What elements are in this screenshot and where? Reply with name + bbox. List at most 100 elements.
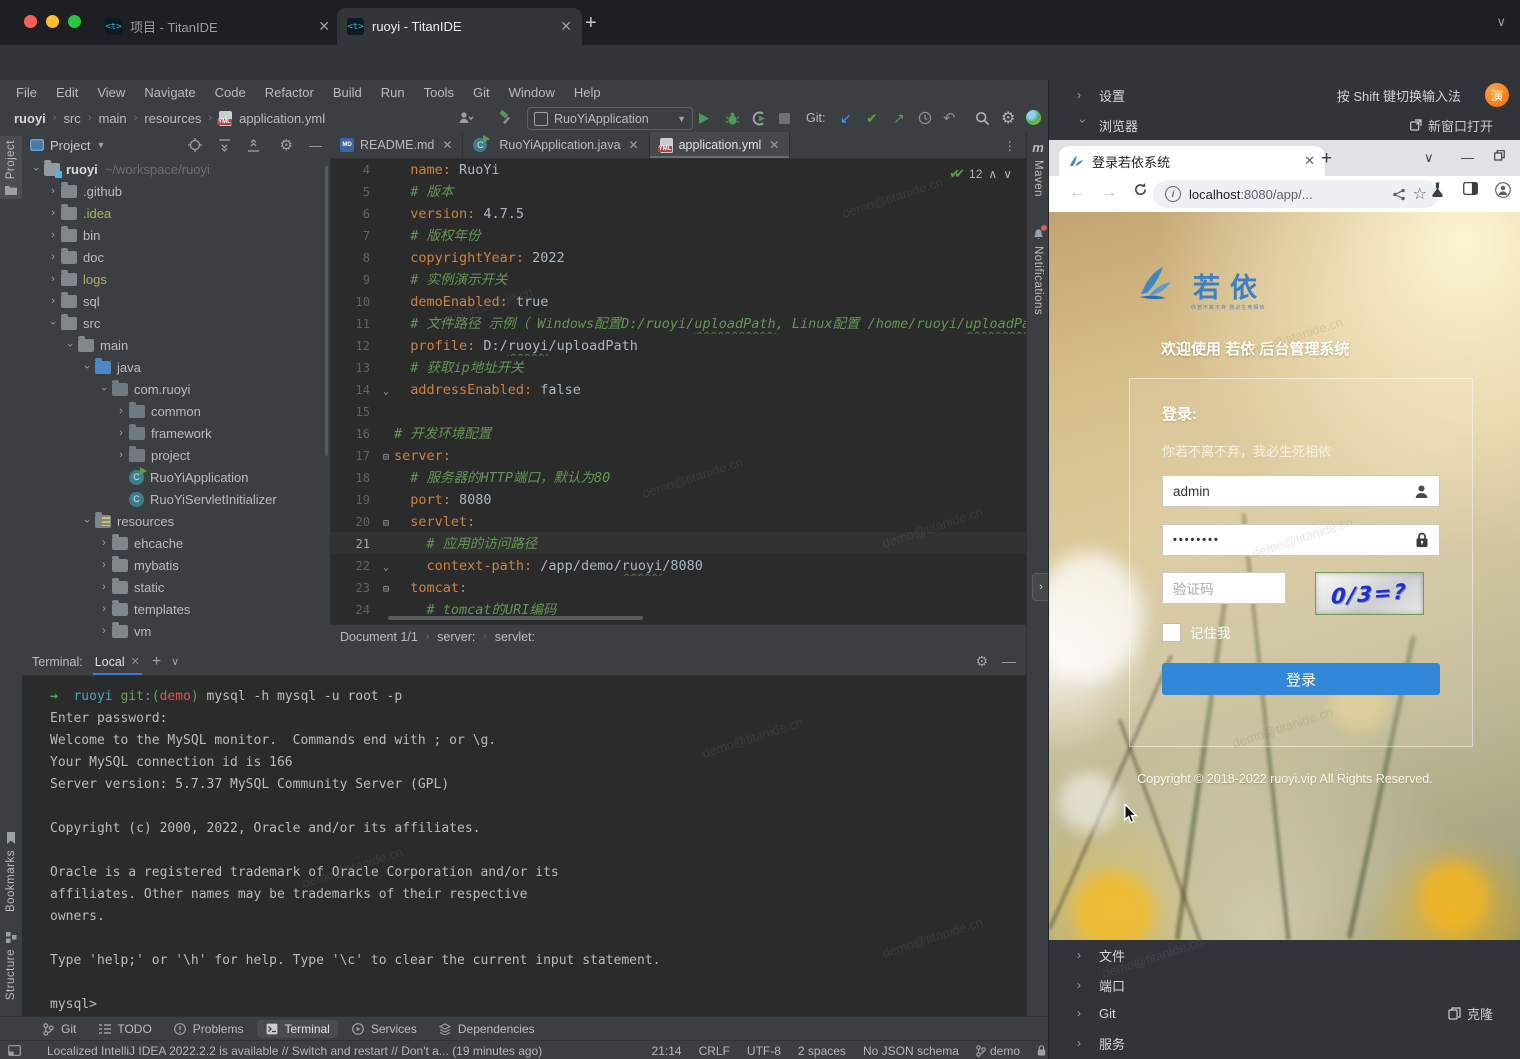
tree-item-github[interactable]: ›.github xyxy=(22,180,330,202)
stop-button[interactable] xyxy=(779,108,790,128)
chevron-collapsed-icon[interactable]: › xyxy=(96,603,112,615)
new-terminal-icon[interactable]: + xyxy=(152,653,161,671)
tree-item-resources[interactable]: ›resources xyxy=(22,510,330,532)
captcha-image[interactable]: 0/3=? xyxy=(1315,572,1424,615)
remember-me[interactable]: 记住我 xyxy=(1162,622,1231,642)
demo-badge[interactable]: 演 xyxy=(1485,83,1509,107)
menu-item-tools[interactable]: Tools xyxy=(424,85,454,100)
fold-marker-icon[interactable]: ⊟ xyxy=(378,579,394,598)
yaml-breadcrumb-item[interactable]: servlet: xyxy=(495,630,535,644)
embedded-back-icon[interactable]: ← xyxy=(1069,182,1085,204)
toolwindow-button-services[interactable]: Services xyxy=(344,1020,425,1038)
tree-item-main[interactable]: ›main xyxy=(22,334,330,356)
status-indent[interactable]: 2 spaces xyxy=(798,1044,846,1058)
collapse-all-icon[interactable] xyxy=(247,139,260,152)
section-browser[interactable]: › 浏览器 新窗口打开 xyxy=(1049,110,1520,140)
section-服务[interactable]: ›服务 xyxy=(1049,1028,1520,1058)
chevron-expanded-icon[interactable]: › xyxy=(96,383,112,395)
expand-all-icon[interactable] xyxy=(218,139,231,152)
open-new-window-button[interactable]: 新窗口打开 xyxy=(1410,116,1520,135)
embedded-browser-tab[interactable]: 登录若依系统 ✕ xyxy=(1059,146,1325,176)
embedded-new-tab-button[interactable]: + xyxy=(1321,148,1332,170)
password-input[interactable]: •••••••• xyxy=(1162,524,1440,556)
code-area[interactable]: 4 name: RuoYi5 # 版本6 version: 4.7.57 # 版… xyxy=(330,158,1026,622)
stripe-tab-maven[interactable]: m Maven xyxy=(1027,140,1049,197)
run-with-coverage-button[interactable] xyxy=(752,108,767,128)
embedded-tab-list-icon[interactable]: ∨ xyxy=(1424,150,1434,166)
code-with-me-icon[interactable] xyxy=(1026,110,1041,125)
terminal-tab-local[interactable]: Local ✕ xyxy=(93,648,142,675)
menu-item-file[interactable]: File xyxy=(16,85,37,100)
stripe-tab-notifications[interactable]: Notifications xyxy=(1027,227,1049,315)
chevron-collapsed-icon[interactable]: › xyxy=(113,449,129,461)
run-button[interactable] xyxy=(697,108,710,128)
section-文件[interactable]: ›文件 xyxy=(1049,940,1520,970)
embedded-restore-icon[interactable] xyxy=(1494,150,1505,161)
tree-item-bin[interactable]: ›bin xyxy=(22,224,330,246)
tree-item-ehcache[interactable]: ›ehcache xyxy=(22,532,330,554)
fold-marker-icon[interactable]: ⊟ xyxy=(378,513,394,532)
tree-item-templates[interactable]: ›templates xyxy=(22,598,330,620)
close-icon[interactable]: ✕ xyxy=(442,138,452,152)
menu-item-view[interactable]: View xyxy=(97,85,125,100)
breadcrumb-item[interactable]: ruoyi xyxy=(14,111,46,126)
embedded-minimize-icon[interactable]: — xyxy=(1461,150,1474,165)
chevron-collapsed-icon[interactable]: › xyxy=(45,295,61,307)
hide-panel-icon[interactable]: — xyxy=(309,138,322,153)
fold-marker-icon[interactable]: ⌄ xyxy=(378,557,394,576)
stripe-tab-project[interactable]: Project xyxy=(0,136,22,199)
login-button[interactable]: 登录 xyxy=(1162,663,1440,695)
editor-tab-READMEmd[interactable]: MDREADME.md✕ xyxy=(330,132,463,158)
settings-gear-icon[interactable]: ⚙ xyxy=(1001,108,1015,128)
embedded-side-panel-icon[interactable] xyxy=(1463,182,1478,195)
toolwindow-button-problems[interactable]: Problems xyxy=(166,1020,252,1038)
chevron-collapsed-icon[interactable]: › xyxy=(45,251,61,263)
menu-item-run[interactable]: Run xyxy=(381,85,405,100)
chevron-collapsed-icon[interactable]: › xyxy=(96,581,112,593)
menu-item-code[interactable]: Code xyxy=(215,85,246,100)
stripe-tab-structure[interactable]: Structure xyxy=(0,932,22,1000)
chevron-down-icon[interactable]: ▼ xyxy=(96,140,105,150)
menu-item-help[interactable]: Help xyxy=(574,85,601,100)
chevron-collapsed-icon[interactable]: › xyxy=(113,405,129,417)
captcha-input[interactable]: 验证码 xyxy=(1162,572,1286,604)
chevron-expanded-icon[interactable]: › xyxy=(62,339,78,351)
tree-item-sql[interactable]: ›sql xyxy=(22,290,330,312)
chevron-collapsed-icon[interactable]: › xyxy=(96,559,112,571)
editor-tab-RuoYiApplicationjava[interactable]: CRuoYiApplication.java✕ xyxy=(463,132,649,158)
close-icon[interactable]: ✕ xyxy=(131,655,140,668)
editor-tab-applicationyml[interactable]: YMLapplication.yml✕ xyxy=(650,132,791,158)
git-update-icon[interactable]: ↙ xyxy=(840,108,852,128)
chevron-collapsed-icon[interactable]: › xyxy=(96,537,112,549)
toolwindow-button-dependencies[interactable]: Dependencies xyxy=(431,1020,543,1038)
fold-marker-icon[interactable]: ⌄ xyxy=(378,381,394,400)
chevron-collapsed-icon[interactable]: › xyxy=(45,185,61,197)
tree-item-logs[interactable]: ›logs xyxy=(22,268,330,290)
menu-item-build[interactable]: Build xyxy=(333,85,362,100)
chevron-collapsed-icon[interactable]: › xyxy=(113,427,129,439)
terminal-minimize-icon[interactable]: — xyxy=(1002,653,1016,670)
chevron-collapsed-icon[interactable]: › xyxy=(45,229,61,241)
terminal-output[interactable]: → ruoyi git:(demo) mysql -h mysql -u roo… xyxy=(22,676,1026,1016)
chevron-collapsed-icon[interactable]: › xyxy=(96,625,112,637)
tree-item-mybatis[interactable]: ›mybatis xyxy=(22,554,330,576)
close-icon[interactable]: ✕ xyxy=(769,138,779,152)
chevron-expanded-icon[interactable]: › xyxy=(45,317,61,329)
breadcrumb-item[interactable]: resources xyxy=(144,111,201,126)
yaml-breadcrumb-item[interactable]: Document 1/1 xyxy=(340,630,418,644)
breadcrumb-file[interactable]: application.yml xyxy=(239,111,325,126)
editor-hscrollbar[interactable] xyxy=(388,616,643,620)
menu-item-refactor[interactable]: Refactor xyxy=(265,85,314,100)
new-tab-button[interactable]: + xyxy=(585,13,597,33)
tree-item-common[interactable]: ›common xyxy=(22,400,330,422)
tree-item-RuoYiServletInitializer[interactable]: CRuoYiServletInitializer xyxy=(22,488,330,510)
toolwindow-button-git[interactable]: Git xyxy=(34,1020,84,1038)
tree-item-project[interactable]: ›project xyxy=(22,444,330,466)
traffic-close-button[interactable] xyxy=(24,15,37,28)
tree-item-RuoYiApplication[interactable]: CRuoYiApplication xyxy=(22,466,330,488)
tree-item-ruoyi[interactable]: ›ruoyi~/workspace/ruoyi xyxy=(22,158,330,180)
chevron-expanded-icon[interactable]: › xyxy=(79,361,95,373)
status-encoding[interactable]: UTF-8 xyxy=(747,1044,781,1058)
build-hammer-icon[interactable] xyxy=(498,108,514,128)
stripe-tab-bookmarks[interactable]: Bookmarks xyxy=(0,832,22,912)
